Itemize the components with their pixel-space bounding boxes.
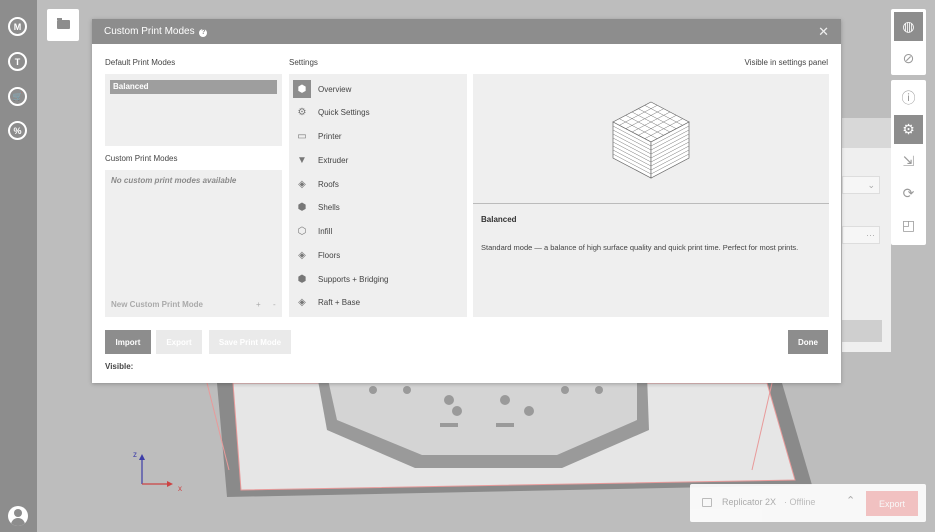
settings-gear-icon[interactable]: ⚙: [894, 115, 923, 144]
custom-print-modes-dialog: Custom Print Modes ? ✕ Default Print Mod…: [92, 19, 841, 383]
scale-icon[interactable]: ◰: [894, 211, 923, 240]
camera-orbit-icon[interactable]: ⊘: [894, 44, 923, 73]
default-modes-list: Balanced: [105, 74, 282, 146]
settings-item-label: Raft + Base: [318, 297, 361, 307]
add-mode-button[interactable]: +: [256, 300, 261, 309]
no-custom-modes-note: No custom print modes available: [111, 176, 237, 185]
settings-item-overview[interactable]: ⬢ Overview: [293, 79, 463, 99]
extruder-icon: ▼: [297, 154, 307, 166]
settings-item-supports-bridging[interactable]: ⬢ Supports + Bridging: [293, 269, 463, 289]
raft-icon: ◈: [298, 296, 306, 308]
mode-title: Balanced: [481, 215, 517, 224]
move-icon[interactable]: ⇲: [894, 147, 923, 176]
export-button[interactable]: Export: [156, 330, 202, 354]
help-icon[interactable]: ?: [199, 29, 208, 37]
settings-item-floors[interactable]: ◈ Floors: [293, 245, 463, 265]
printer-status: · Offline: [784, 497, 816, 507]
settings-item-label: Printer: [318, 131, 342, 141]
settings-item-label: Overview: [318, 84, 352, 94]
settings-item-printer[interactable]: ▭ Printer: [293, 126, 463, 146]
settings-item-label: Quick Settings: [318, 107, 370, 117]
settings-item-extruder[interactable]: ▼ Extruder: [293, 150, 463, 170]
supports-icon: ⬢: [297, 273, 307, 285]
settings-label: Settings: [289, 58, 318, 67]
floors-icon: ◈: [298, 249, 306, 261]
cube-icon: ⬢: [293, 80, 311, 98]
printer-status-bar: Replicator 2X · Offline ⌃ Export: [690, 484, 926, 522]
default-print-modes-label: Default Print Modes: [105, 58, 176, 67]
thingiverse-icon[interactable]: T: [8, 52, 27, 71]
dialog-header: Custom Print Modes ? ✕: [92, 19, 841, 44]
settings-item-shells[interactable]: ⬢ Shells: [293, 197, 463, 217]
bg-more-field: ···: [842, 226, 880, 244]
settings-item-raft-base[interactable]: ◈ Raft + Base: [293, 292, 463, 312]
settings-list: ⬢ Overview ⚙ Quick Settings ▭ Printer ▼ …: [289, 74, 467, 317]
custom-print-modes-label: Custom Print Modes: [105, 154, 178, 163]
settings-item-roofs[interactable]: ◈ Roofs: [293, 174, 463, 194]
dialog-title: Custom Print Modes: [104, 26, 195, 37]
info-icon[interactable]: ⓘ: [894, 83, 923, 112]
settings-item-label: Shells: [318, 202, 340, 212]
roofs-icon: ◈: [298, 178, 306, 190]
visible-label: Visible:: [105, 362, 134, 371]
layered-cube-icon: [473, 74, 829, 204]
settings-item-label: Roofs: [318, 179, 339, 189]
custom-modes-list: No custom print modes available New Cust…: [105, 170, 282, 317]
settings-item-label: Supports + Bridging: [318, 274, 389, 284]
right-toolbar-tools: ⓘ ⚙ ⇲ ⟳ ◰: [891, 80, 926, 245]
left-nav: M T 🛒 %: [0, 0, 37, 532]
chevron-up-icon[interactable]: ⌃: [846, 494, 855, 507]
axes-gizmo: z x: [129, 450, 189, 494]
settings-item-label: Infill: [318, 226, 333, 236]
gear-icon: ⚙: [297, 106, 307, 118]
close-icon[interactable]: ✕: [818, 19, 829, 44]
makerbot-logo-icon[interactable]: M: [8, 17, 27, 36]
z-axis-label: z: [133, 450, 137, 459]
settings-panel-background: ⌄ ···: [842, 118, 891, 352]
save-print-mode-button[interactable]: Save Print Mode: [209, 330, 291, 354]
folder-icon: [57, 18, 70, 29]
settings-item-label: Floors: [318, 250, 341, 260]
rotate-icon[interactable]: ⟳: [894, 179, 923, 208]
done-button[interactable]: Done: [788, 330, 828, 354]
settings-item-quick-settings[interactable]: ⚙ Quick Settings: [293, 102, 463, 122]
mode-description: Standard mode — a balance of high surfac…: [481, 243, 799, 252]
settings-item-infill[interactable]: ⬡ Infill: [293, 221, 463, 241]
visible-in-settings-label: Visible in settings panel: [744, 58, 828, 67]
settings-item-label: Extruder: [318, 155, 349, 165]
printer-icon: [702, 498, 712, 507]
mode-preview-panel: Balanced Standard mode — a balance of hi…: [473, 74, 829, 317]
store-cart-icon[interactable]: 🛒: [8, 87, 27, 106]
bg-dropdown: ⌄: [842, 176, 880, 194]
mode-item-balanced[interactable]: Balanced: [110, 80, 277, 94]
discount-icon[interactable]: %: [8, 121, 27, 140]
printer-name[interactable]: Replicator 2X: [722, 497, 776, 507]
infill-icon: ⬡: [297, 225, 307, 237]
shells-icon: ⬢: [297, 201, 307, 213]
right-toolbar-top: ◍ ⊘: [891, 9, 926, 75]
view-sphere-icon[interactable]: ◍: [894, 12, 923, 41]
user-avatar-icon[interactable]: [8, 506, 28, 526]
printer-window-icon: ▭: [297, 130, 307, 142]
x-axis-label: x: [178, 484, 182, 493]
remove-mode-button[interactable]: -: [273, 300, 276, 309]
export-print-button[interactable]: Export: [866, 491, 918, 516]
open-file-button[interactable]: [47, 9, 79, 41]
import-button[interactable]: Import: [105, 330, 151, 354]
new-custom-mode-label: New Custom Print Mode: [111, 300, 204, 309]
